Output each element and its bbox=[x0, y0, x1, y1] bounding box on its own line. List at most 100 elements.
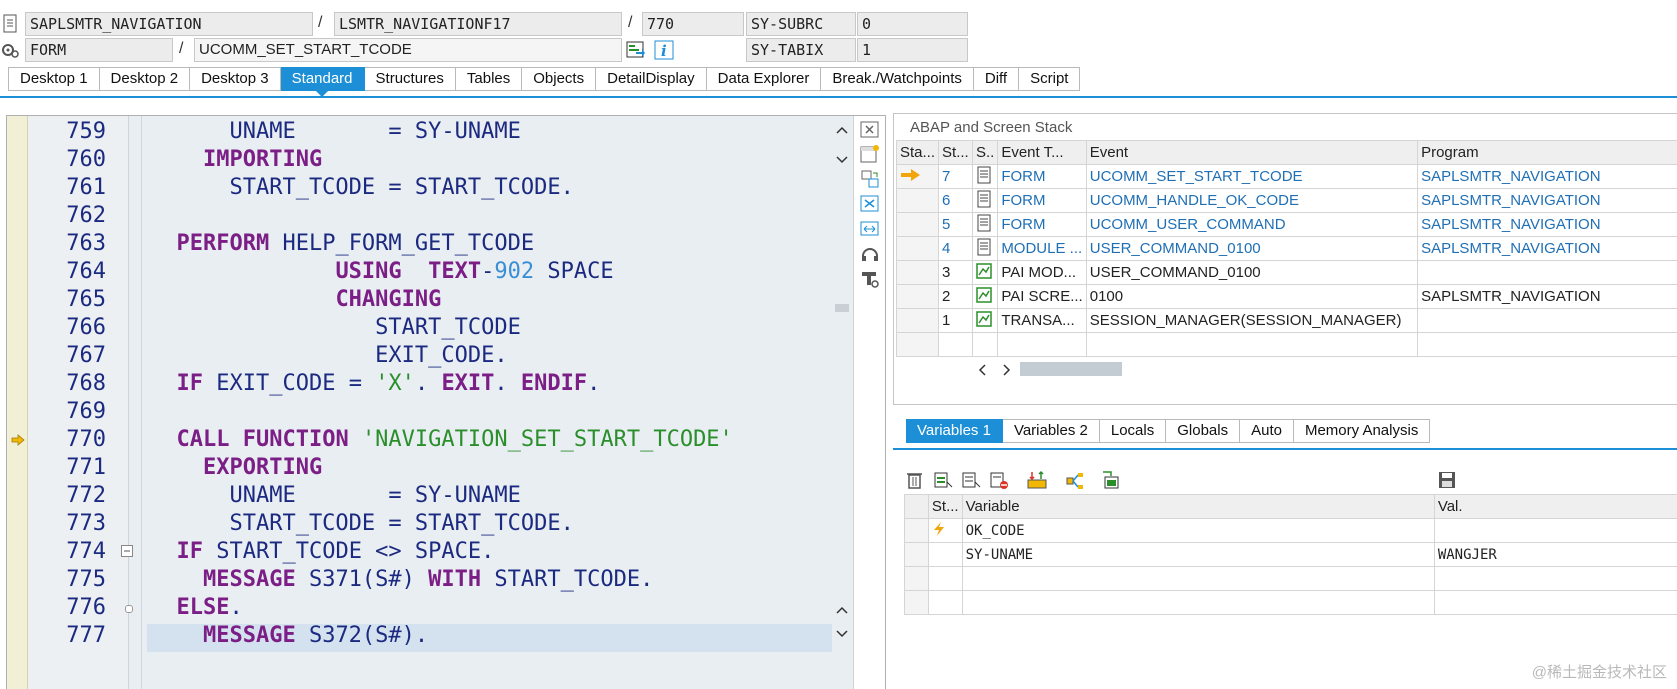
include-field[interactable]: LSMTR_NAVIGATIONF17 bbox=[334, 12, 622, 36]
stack-row[interactable]: 4MODULE ...USER_COMMAND_0100SAPLSMTR_NAV… bbox=[897, 237, 1677, 261]
variable-value-cell[interactable]: WANGJER bbox=[1434, 543, 1677, 567]
code-line[interactable]: 763 PERFORM HELP_FORM_GET_TCODE bbox=[7, 230, 885, 258]
tab-variables-2[interactable]: Variables 2 bbox=[1003, 419, 1100, 443]
delete-icon[interactable] bbox=[905, 470, 925, 490]
copy-row-icon[interactable] bbox=[961, 470, 981, 490]
code-line[interactable]: 770 CALL FUNCTION 'NAVIGATION_SET_START_… bbox=[7, 426, 885, 454]
row-selector[interactable] bbox=[905, 567, 929, 591]
stack-program-cell[interactable]: SAPLSMTR_NAVIGATION bbox=[1418, 213, 1677, 237]
chevron-up-icon[interactable] bbox=[835, 122, 849, 132]
stack-column-header[interactable]: Event bbox=[1086, 141, 1417, 165]
chevron-right-icon[interactable] bbox=[1000, 363, 1012, 375]
variables-column-header[interactable]: Variable bbox=[962, 495, 1434, 519]
tab-detaildisplay[interactable]: DetailDisplay bbox=[596, 67, 707, 91]
code-line[interactable]: 768 IF EXIT_CODE = 'X'. EXIT. ENDIF. bbox=[7, 370, 885, 398]
variable-name-cell[interactable]: OK_CODE bbox=[962, 519, 1434, 543]
stack-row[interactable]: 3PAI MOD...USER_COMMAND_0100 bbox=[897, 261, 1677, 285]
close-panel-icon[interactable] bbox=[860, 120, 880, 140]
event-type-field[interactable]: FORM bbox=[25, 38, 173, 62]
variable-value-cell[interactable] bbox=[1434, 519, 1677, 543]
save-icon[interactable] bbox=[1437, 470, 1457, 490]
row-selector[interactable] bbox=[905, 519, 929, 543]
stack-row[interactable]: 6FORMUCOMM_HANDLE_OK_CODESAPLSMTR_NAVIGA… bbox=[897, 189, 1677, 213]
resize-horizontal-icon[interactable] bbox=[860, 219, 880, 239]
tab-structures[interactable]: Structures bbox=[365, 67, 456, 91]
line-field[interactable]: 770 bbox=[642, 12, 744, 36]
swap-tool-icon[interactable] bbox=[860, 169, 880, 189]
code-line[interactable]: 764 USING TEXT-902 SPACE bbox=[7, 258, 885, 286]
tab-standard[interactable]: Standard bbox=[281, 67, 365, 91]
tab-data-explorer[interactable]: Data Explorer bbox=[707, 67, 822, 91]
variable-row[interactable] bbox=[905, 591, 1677, 615]
tab-desktop-3[interactable]: Desktop 3 bbox=[190, 67, 281, 91]
chevron-up-icon[interactable] bbox=[835, 602, 849, 612]
new-window-icon[interactable] bbox=[860, 144, 880, 164]
stack-program-cell[interactable]: SAPLSMTR_NAVIGATION bbox=[1418, 165, 1677, 189]
code-line[interactable]: 774 IF START_TCODE <> SPACE. bbox=[7, 538, 885, 566]
tab-break-watchpoints[interactable]: Break./Watchpoints bbox=[821, 67, 974, 91]
settings-icon[interactable] bbox=[1, 41, 19, 59]
tab-auto[interactable]: Auto bbox=[1240, 419, 1294, 443]
variable-value-cell[interactable] bbox=[1434, 567, 1677, 591]
program-field[interactable]: SAPLSMTR_NAVIGATION bbox=[25, 12, 313, 36]
variable-name-cell[interactable]: SY-UNAME bbox=[962, 543, 1434, 567]
code-line[interactable]: 772 UNAME = SY-UNAME bbox=[7, 482, 885, 510]
variable-row[interactable] bbox=[905, 567, 1677, 591]
stack-row[interactable]: 5FORMUCOMM_USER_COMMANDSAPLSMTR_NAVIGATI… bbox=[897, 213, 1677, 237]
tab-desktop-2[interactable]: Desktop 2 bbox=[100, 67, 191, 91]
stack-event-cell[interactable]: USER_COMMAND_0100 bbox=[1086, 237, 1417, 261]
stack-row[interactable]: 2PAI SCRE...0100SAPLSMTR_NAVIGATION bbox=[897, 285, 1677, 309]
scroll-thumb[interactable] bbox=[835, 304, 849, 312]
info-icon[interactable]: i bbox=[654, 40, 674, 60]
code-line[interactable]: 771 EXPORTING bbox=[7, 454, 885, 482]
code-line[interactable]: 762 bbox=[7, 202, 885, 230]
variable-row[interactable]: SY-UNAMEWANGJER bbox=[905, 543, 1677, 567]
stack-column-header[interactable]: Event T... bbox=[998, 141, 1086, 165]
export-icon[interactable] bbox=[1101, 470, 1121, 490]
navigate-source-icon[interactable] bbox=[626, 40, 646, 60]
split-icon[interactable] bbox=[1065, 470, 1085, 490]
source-code-editor[interactable]: 759 UNAME = SY-UNAME760 IMPORTING761 STA… bbox=[6, 115, 886, 689]
insert-row-icon[interactable] bbox=[933, 470, 953, 490]
chevron-down-icon[interactable] bbox=[835, 152, 849, 162]
variable-value-cell[interactable] bbox=[1434, 591, 1677, 615]
sort-icon[interactable] bbox=[1027, 470, 1047, 490]
stack-event-cell[interactable]: UCOMM_SET_START_TCODE bbox=[1086, 165, 1417, 189]
tab-memory-analysis[interactable]: Memory Analysis bbox=[1294, 419, 1430, 443]
stack-column-header[interactable]: Sta... bbox=[897, 141, 939, 165]
code-line[interactable]: 776 ELSE. bbox=[7, 594, 885, 622]
row-selector[interactable] bbox=[905, 543, 929, 567]
stack-column-header[interactable]: Program bbox=[1418, 141, 1677, 165]
variable-row[interactable]: OK_CODE bbox=[905, 519, 1677, 543]
variable-name-cell[interactable] bbox=[962, 591, 1434, 615]
code-line[interactable]: 773 START_TCODE = START_TCODE. bbox=[7, 510, 885, 538]
stack-column-header[interactable]: St... bbox=[939, 141, 973, 165]
sy-subrc-value[interactable]: 0 bbox=[857, 12, 968, 36]
stack-program-cell[interactable]: SAPLSMTR_NAVIGATION bbox=[1418, 237, 1677, 261]
code-line[interactable]: 759 UNAME = SY-UNAME bbox=[7, 118, 885, 146]
tab-objects[interactable]: Objects bbox=[522, 67, 596, 91]
event-name-field[interactable]: UCOMM_SET_START_TCODE bbox=[194, 38, 622, 62]
code-line[interactable]: 769 bbox=[7, 398, 885, 426]
stack-row[interactable]: 1TRANSA...SESSION_MANAGER(SESSION_MANAGE… bbox=[897, 309, 1677, 333]
horizontal-scroll-thumb[interactable] bbox=[1020, 362, 1122, 376]
code-line[interactable]: 767 EXIT_CODE. bbox=[7, 342, 885, 370]
code-line[interactable]: 765 CHANGING bbox=[7, 286, 885, 314]
tab-tables[interactable]: Tables bbox=[456, 67, 522, 91]
stack-column-header[interactable]: S.. bbox=[972, 141, 997, 165]
sy-tabix-value[interactable]: 1 bbox=[857, 38, 968, 62]
chevron-down-icon[interactable] bbox=[835, 626, 849, 636]
tab-diff[interactable]: Diff bbox=[974, 67, 1019, 91]
services-tool-icon[interactable] bbox=[860, 244, 880, 264]
variables-column-header[interactable]: St... bbox=[928, 495, 962, 519]
tab-locals[interactable]: Locals bbox=[1100, 419, 1166, 443]
variables-column-header[interactable]: Val. bbox=[1434, 495, 1677, 519]
stack-program-cell[interactable]: SAPLSMTR_NAVIGATION bbox=[1418, 189, 1677, 213]
stack-event-cell[interactable]: UCOMM_HANDLE_OK_CODE bbox=[1086, 189, 1417, 213]
row-selector[interactable] bbox=[905, 591, 929, 615]
remove-row-icon[interactable] bbox=[989, 470, 1009, 490]
collapse-block-icon[interactable] bbox=[121, 544, 133, 556]
code-line[interactable]: 775 MESSAGE S371(S#) WITH START_TCODE. bbox=[7, 566, 885, 594]
tab-globals[interactable]: Globals bbox=[1166, 419, 1240, 443]
code-line[interactable]: 761 START_TCODE = START_TCODE. bbox=[7, 174, 885, 202]
